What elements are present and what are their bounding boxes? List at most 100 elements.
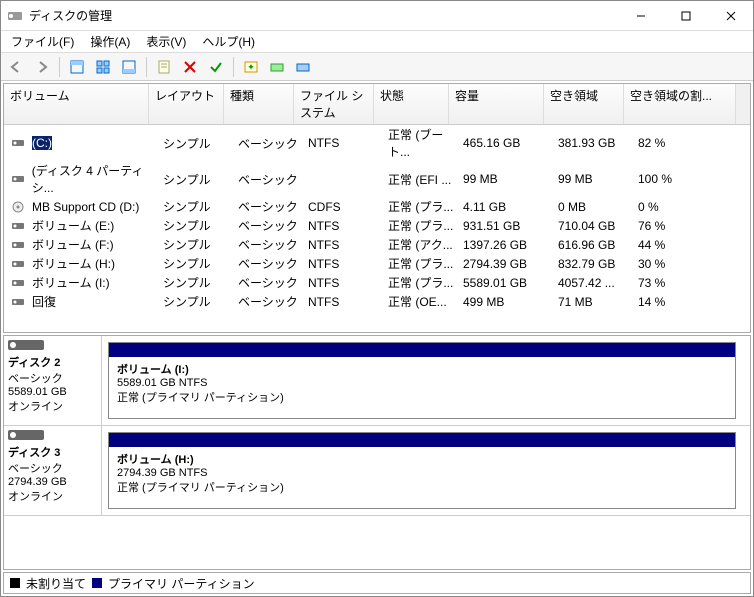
col-capacity[interactable]: 容量: [449, 84, 544, 124]
volume-name: ボリューム (H:): [32, 255, 115, 272]
volume-name: MB Support CD (D:): [32, 200, 139, 214]
volume-free: 4057.42 ...: [558, 276, 638, 290]
partition[interactable]: ボリューム (I:)5589.01 GB NTFS正常 (プライマリ パーティシ…: [108, 342, 736, 419]
volume-type: ベーシック: [238, 236, 308, 253]
col-filesystem[interactable]: ファイル システム: [294, 84, 374, 124]
volume-pct: 73 %: [638, 276, 718, 290]
legend-swatch-primary: [92, 578, 102, 588]
delete-icon[interactable]: [179, 56, 201, 78]
volume-pct: 44 %: [638, 238, 718, 252]
disk-title: ディスク 3: [8, 447, 60, 459]
volume-free: 832.79 GB: [558, 257, 638, 271]
scroll-spacer: [736, 84, 750, 124]
partition-header: [109, 343, 735, 357]
volume-pct: 30 %: [638, 257, 718, 271]
view-bottom-icon[interactable]: [118, 56, 140, 78]
properties-icon[interactable]: [153, 56, 175, 78]
volume-row[interactable]: MB Support CD (D:)シンプルベーシックCDFS正常 (プラ...…: [4, 197, 750, 216]
volume-fs: NTFS: [308, 136, 388, 150]
disk-size: 2794.39 GB: [8, 476, 67, 488]
legend-swatch-unallocated: [10, 578, 20, 588]
detach-vhd-icon[interactable]: [292, 56, 314, 78]
attach-vhd-icon[interactable]: [266, 56, 288, 78]
svg-text:✦: ✦: [247, 62, 255, 72]
col-free[interactable]: 空き領域: [544, 84, 624, 124]
disk-row[interactable]: ディスク 2ベーシック5589.01 GBオンラインボリューム (I:)5589…: [4, 336, 750, 426]
menu-view[interactable]: 表示(V): [140, 31, 192, 52]
volume-type: ベーシック: [238, 171, 308, 188]
volume-layout: シンプル: [163, 171, 238, 188]
volume-fs: CDFS: [308, 200, 388, 214]
maximize-button[interactable]: [663, 1, 708, 30]
volume-type: ベーシック: [238, 255, 308, 272]
volume-free: 616.96 GB: [558, 238, 638, 252]
col-percent[interactable]: 空き領域の割...: [624, 84, 736, 124]
volume-fs: NTFS: [308, 238, 388, 252]
volume-fs: NTFS: [308, 295, 388, 309]
disk-status: オンライン: [8, 491, 63, 503]
volume-capacity: 2794.39 GB: [463, 257, 558, 271]
disk-type: ベーシック: [8, 373, 63, 385]
volume-header: ボリューム レイアウト 種類 ファイル システム 状態 容量 空き領域 空き領域…: [4, 84, 750, 125]
volume-row[interactable]: (ディスク 4 パーティシ...シンプルベーシック正常 (EFI ...99 M…: [4, 161, 750, 197]
col-status[interactable]: 状態: [374, 84, 449, 124]
col-layout[interactable]: レイアウト: [149, 84, 224, 124]
menu-file[interactable]: ファイル(F): [5, 31, 80, 52]
disk-row[interactable]: ディスク 3 ベーシック2794.39 GB オンライン ボリューム (H:)2794…: [4, 426, 750, 516]
new-volume-icon[interactable]: ✦: [240, 56, 262, 78]
disk-info: ディスク 3 ベーシック2794.39 GB オンライン: [4, 426, 102, 515]
partition[interactable]: ボリューム (H:)2794.39 GB NTFS正常 (プライマリ パーティシ…: [108, 432, 736, 509]
disk-type: ベーシック: [8, 463, 63, 475]
legend-primary: プライマリ パーティション: [108, 575, 255, 592]
drive-icon: [12, 296, 28, 308]
volume-row[interactable]: ボリューム (E:)シンプルベーシックNTFS正常 (プラ...931.51 G…: [4, 216, 750, 235]
cd-icon: [12, 201, 28, 213]
volume-layout: シンプル: [163, 198, 238, 215]
volume-row[interactable]: (C:)シンプルベーシックNTFS正常 (ブート...465.16 GB381.…: [4, 125, 750, 161]
volume-capacity: 465.16 GB: [463, 136, 558, 150]
close-button[interactable]: [708, 1, 753, 30]
col-type[interactable]: 種類: [224, 84, 294, 124]
minimize-button[interactable]: [618, 1, 663, 30]
volume-pct: 76 %: [638, 219, 718, 233]
disk-title: ディスク 2: [8, 357, 60, 369]
volume-row[interactable]: ボリューム (F:)シンプルベーシックNTFS正常 (アク...1397.26 …: [4, 235, 750, 254]
volume-capacity: 1397.26 GB: [463, 238, 558, 252]
view-top-icon[interactable]: [66, 56, 88, 78]
volume-status: 正常 (EFI ...: [388, 171, 463, 188]
volume-status: 正常 (アク...: [388, 236, 463, 253]
volume-status: 正常 (ブート...: [388, 126, 463, 160]
col-volume[interactable]: ボリューム: [4, 84, 149, 124]
title-bar: ディスクの管理: [1, 1, 753, 31]
partition-name: ボリューム (H:): [117, 454, 194, 466]
volume-row[interactable]: ボリューム (I:)シンプルベーシックNTFS正常 (プラ...5589.01 …: [4, 273, 750, 292]
volume-status: 正常 (プラ...: [388, 217, 463, 234]
disk-pane[interactable]: ディスク 2ベーシック5589.01 GBオンラインボリューム (I:)5589…: [3, 335, 751, 570]
volume-type: ベーシック: [238, 293, 308, 310]
volume-row[interactable]: 回復シンプルベーシックNTFS正常 (OE...499 MB71 MB14 %: [4, 292, 750, 311]
back-button[interactable]: [5, 56, 27, 78]
volume-capacity: 931.51 GB: [463, 219, 558, 233]
volume-fs: NTFS: [308, 276, 388, 290]
volume-free: 99 MB: [558, 172, 638, 186]
volume-status: 正常 (プラ...: [388, 255, 463, 272]
volume-pct: 0 %: [638, 200, 718, 214]
volume-capacity: 499 MB: [463, 295, 558, 309]
forward-button[interactable]: [31, 56, 53, 78]
toolbar: ✦: [1, 53, 753, 81]
view-grid-icon[interactable]: [92, 56, 114, 78]
volume-capacity: 4.11 GB: [463, 200, 558, 214]
volume-type: ベーシック: [238, 217, 308, 234]
volume-status: 正常 (OE...: [388, 293, 463, 310]
disk-icon: [8, 430, 44, 440]
drive-icon: [12, 137, 28, 149]
menu-help[interactable]: ヘルプ(H): [196, 31, 261, 52]
volume-capacity: 5589.01 GB: [463, 276, 558, 290]
partition-state: 正常 (プライマリ パーティション): [117, 482, 284, 494]
volume-row[interactable]: ボリューム (H:)シンプルベーシックNTFS正常 (プラ...2794.39 …: [4, 254, 750, 273]
partition-detail: 5589.01 GB NTFS: [117, 377, 208, 389]
check-icon[interactable]: [205, 56, 227, 78]
drive-icon: [12, 258, 28, 270]
menu-action[interactable]: 操作(A): [84, 31, 136, 52]
disk-icon: [8, 340, 44, 350]
